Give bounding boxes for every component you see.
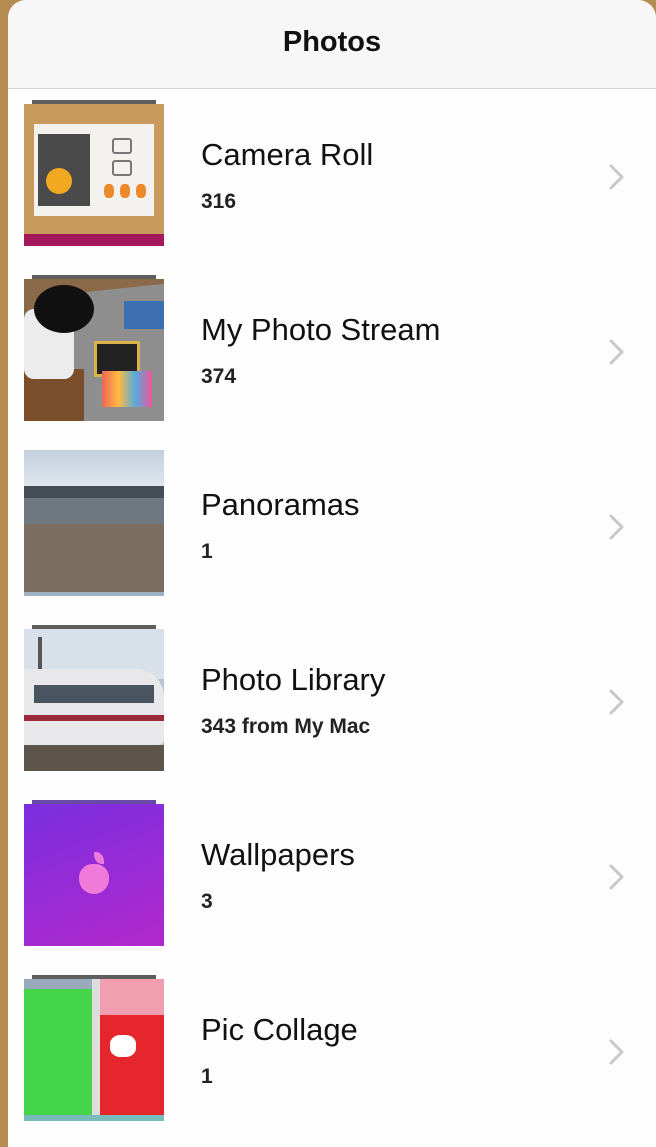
album-thumbnail-camera-roll: [24, 100, 164, 246]
album-count: 374: [201, 365, 237, 388]
album-count: 316: [201, 190, 237, 213]
page-title: Photos: [282, 26, 382, 58]
album-thumbnail-photo-library: [24, 625, 164, 771]
chevron-right-icon: [609, 164, 624, 190]
chevron-right-icon: [609, 1039, 624, 1065]
album-count: 343 from My Mac: [201, 715, 371, 738]
photos-popover: Photos Camera Roll 316 My Photo Stream 3…: [8, 0, 656, 1147]
album-list: Camera Roll 316 My Photo Stream 374 Pano…: [8, 89, 656, 1139]
album-row-camera-roll[interactable]: Camera Roll 316: [8, 89, 656, 264]
album-row-panoramas[interactable]: Panoramas 1: [8, 439, 656, 614]
album-row-pic-collage[interactable]: Pic Collage 1: [8, 964, 656, 1139]
album-title: My Photo Stream: [201, 312, 441, 347]
album-thumbnail-panoramas: [24, 450, 164, 596]
album-row-photo-library[interactable]: Photo Library 343 from My Mac: [8, 614, 656, 789]
album-title: Panoramas: [201, 487, 360, 522]
chevron-right-icon: [609, 514, 624, 540]
album-thumbnail-my-photo-stream: [24, 275, 164, 421]
album-count: 3: [201, 890, 213, 913]
chevron-right-icon: [609, 689, 624, 715]
album-thumbnail-pic-collage: [24, 975, 164, 1121]
album-thumbnail-wallpapers: [24, 800, 164, 946]
album-title: Wallpapers: [201, 837, 355, 872]
chevron-right-icon: [609, 864, 624, 890]
album-row-my-photo-stream[interactable]: My Photo Stream 374: [8, 264, 656, 439]
navigation-bar: Photos: [8, 0, 656, 89]
album-title: Camera Roll: [201, 137, 374, 172]
album-title: Pic Collage: [201, 1012, 358, 1047]
album-count: 1: [201, 540, 213, 563]
album-title: Photo Library: [201, 662, 386, 697]
chevron-right-icon: [609, 339, 624, 365]
album-count: 1: [201, 1065, 213, 1088]
album-row-wallpapers[interactable]: Wallpapers 3: [8, 789, 656, 964]
